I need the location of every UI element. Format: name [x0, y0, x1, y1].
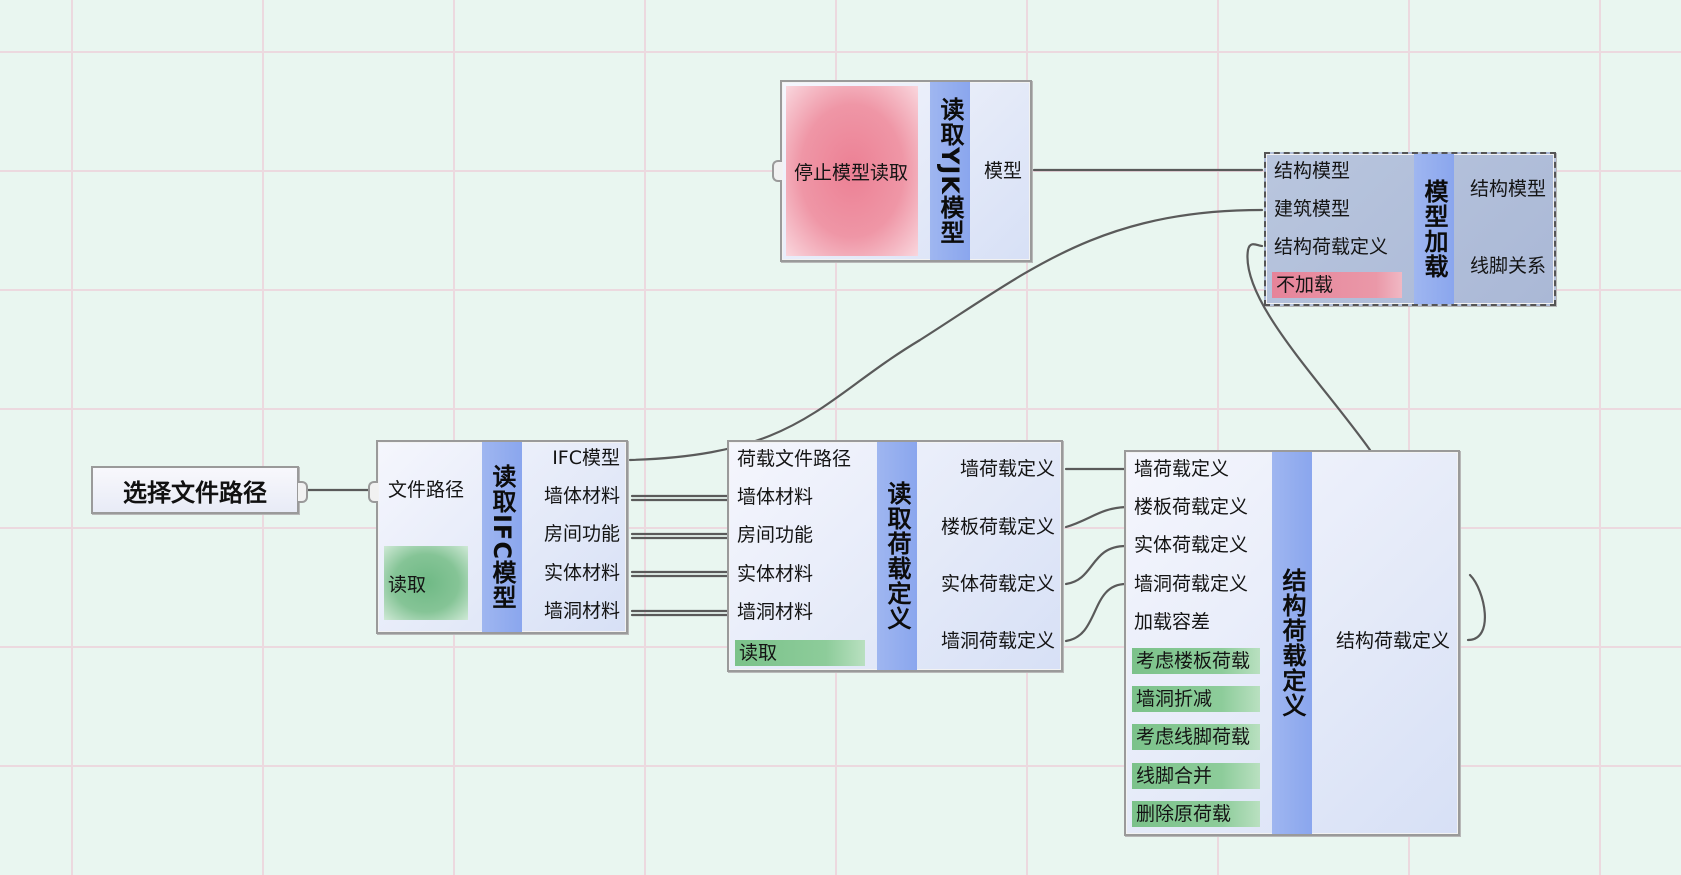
ifc-output-ifc-model[interactable]: IFC模型 — [552, 447, 620, 469]
ifc-node-title-bar: 读取IFC模型 — [482, 442, 522, 632]
molding-merge-toggle[interactable]: 线脚合并 — [1132, 763, 1260, 789]
model-load-node[interactable]: 结构模型 建筑模型 结构荷载定义 不加载 模型加载 结构模型 线脚关系 — [1264, 152, 1556, 306]
ifc-output-solid-material[interactable]: 实体材料 — [544, 562, 620, 584]
ifc-output-room-function[interactable]: 房间功能 — [544, 523, 620, 545]
delete-original-load-toggle[interactable]: 删除原荷载 — [1132, 801, 1260, 827]
load-output-slab-load[interactable]: 楼板荷载定义 — [941, 516, 1055, 538]
model-load-input-building-model[interactable]: 建筑模型 — [1274, 198, 1350, 220]
consider-slab-load-toggle[interactable]: 考虑楼板荷载 — [1132, 648, 1260, 674]
load-output-wall-load[interactable]: 墙荷载定义 — [960, 458, 1055, 480]
read-load-definition-node[interactable]: 荷载文件路径 墙体材料 房间功能 实体材料 墙洞材料 读取 读取荷载定义 墙荷载… — [727, 440, 1063, 672]
load-input-solid-material[interactable]: 实体材料 — [737, 563, 813, 585]
ifc-input-file-path[interactable]: 文件路径 — [388, 479, 464, 501]
wire-hole-load — [1064, 582, 1128, 643]
yjk-node-title: 读取YJK模型 — [936, 97, 964, 245]
load-output-hole-load[interactable]: 墙洞荷载定义 — [941, 630, 1055, 652]
yjk-input-port-nub[interactable] — [772, 160, 782, 182]
yjk-node-title-bar: 读取YJK模型 — [930, 82, 970, 260]
yjk-output-model[interactable]: 模型 — [984, 160, 1022, 182]
struct-node-title: 结构荷载定义 — [1278, 568, 1306, 718]
no-load-toggle[interactable]: 不加载 — [1272, 272, 1402, 298]
select-file-path-label: 选择文件路径 — [123, 478, 267, 507]
load-output-solid-load[interactable]: 实体荷载定义 — [941, 573, 1055, 595]
load-read-toggle[interactable]: 读取 — [735, 640, 865, 666]
ifc-read-button[interactable]: 读取 — [384, 546, 468, 620]
struct-output-struct-load[interactable]: 结构荷载定义 — [1336, 630, 1450, 652]
model-load-title-bar: 模型加载 — [1414, 154, 1454, 304]
ifc-output-hole-material[interactable]: 墙洞材料 — [544, 600, 620, 622]
read-ifc-model-node[interactable]: 文件路径 读取 读取IFC模型 IFC模型 墙体材料 房间功能 实体材料 墙洞材… — [376, 440, 628, 634]
load-input-hole-material[interactable]: 墙洞材料 — [737, 601, 813, 623]
load-input-wall-material[interactable]: 墙体材料 — [737, 486, 813, 508]
wire-slab-load — [1064, 505, 1128, 529]
struct-node-title-bar: 结构荷载定义 — [1272, 452, 1312, 834]
select-path-output-port[interactable] — [298, 481, 308, 503]
model-load-input-struct-load[interactable]: 结构荷载定义 — [1274, 236, 1388, 258]
hole-reduction-toggle[interactable]: 墙洞折减 — [1132, 686, 1260, 712]
ifc-output-wall-material[interactable]: 墙体材料 — [544, 485, 620, 507]
load-input-room-function[interactable]: 房间功能 — [737, 524, 813, 546]
select-file-path-node[interactable]: 选择文件路径 — [91, 466, 299, 514]
struct-input-slab-load[interactable]: 楼板荷载定义 — [1134, 496, 1248, 518]
stop-model-read-button[interactable]: 停止模型读取 — [786, 86, 918, 256]
struct-input-load-tolerance[interactable]: 加载容差 — [1134, 611, 1210, 633]
load-input-file-path[interactable]: 荷载文件路径 — [737, 448, 851, 470]
struct-input-wall-load[interactable]: 墙荷载定义 — [1134, 458, 1229, 480]
struct-input-hole-load[interactable]: 墙洞荷载定义 — [1134, 573, 1248, 595]
load-node-title-bar: 读取荷载定义 — [877, 442, 917, 670]
read-yjk-model-node[interactable]: 停止模型读取 读取YJK模型 模型 — [780, 80, 1032, 262]
struct-input-solid-load[interactable]: 实体荷载定义 — [1134, 534, 1248, 556]
load-node-title: 读取荷载定义 — [883, 481, 911, 631]
model-load-input-struct-model[interactable]: 结构模型 — [1274, 160, 1350, 182]
model-load-output-struct-model[interactable]: 结构模型 — [1470, 178, 1546, 200]
model-load-output-molding-relation[interactable]: 线脚关系 — [1470, 255, 1546, 277]
model-load-title: 模型加载 — [1420, 179, 1448, 279]
consider-molding-load-toggle[interactable]: 考虑线脚荷载 — [1132, 724, 1260, 750]
wire-solid-load — [1064, 544, 1128, 586]
ifc-input-port-nub[interactable] — [368, 481, 378, 503]
ifc-node-title: 读取IFC模型 — [488, 464, 516, 610]
structural-load-definition-node[interactable]: 墙荷载定义 楼板荷载定义 实体荷载定义 墙洞荷载定义 加载容差 考虑楼板荷载 墙… — [1124, 450, 1460, 836]
